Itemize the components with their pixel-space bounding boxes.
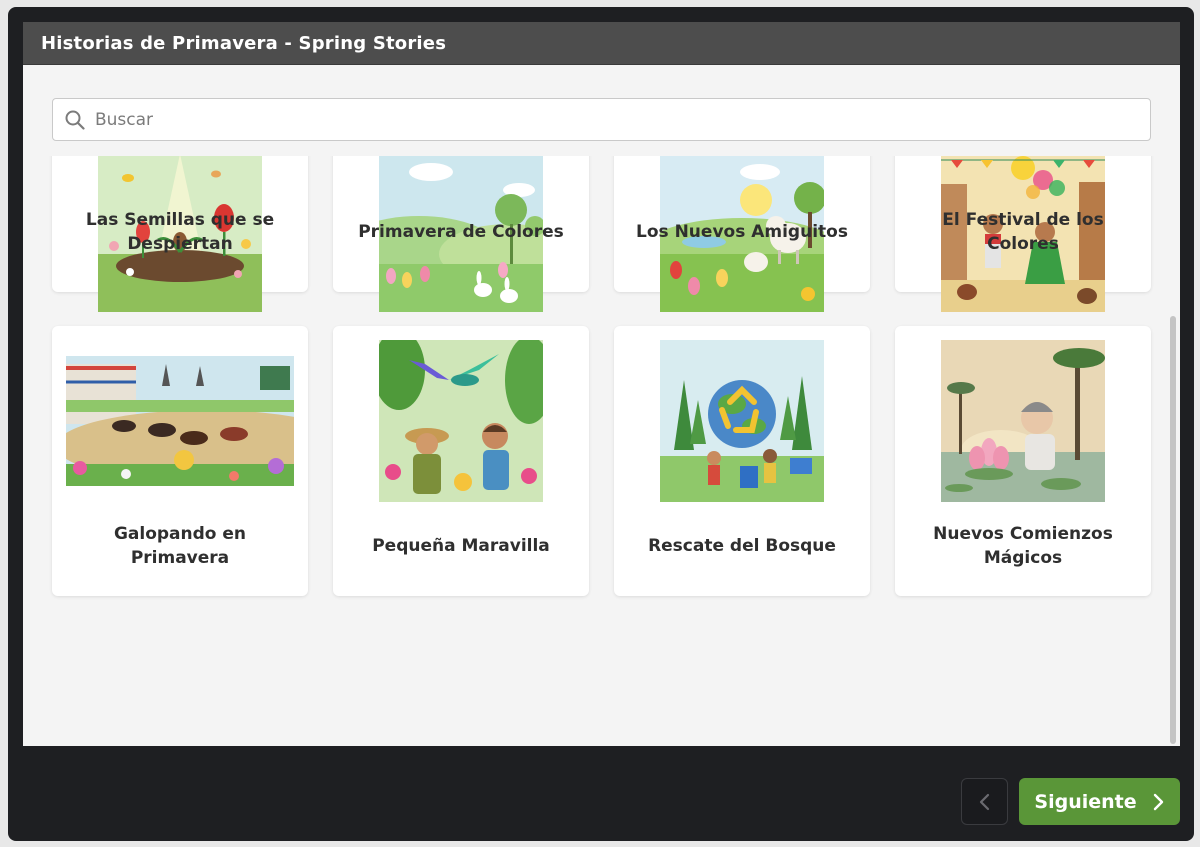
story-thumbnail xyxy=(941,340,1105,502)
story-title: Rescate del Bosque xyxy=(648,536,836,556)
next-button-label: Siguiente xyxy=(1034,790,1137,813)
story-thumbnail xyxy=(379,340,543,502)
story-card-pequena-maravilla[interactable]: Pequeña Maravilla xyxy=(333,326,589,596)
story-title: Las Semillas que se Despiertan xyxy=(85,210,275,254)
stories-panel: Historias de Primavera - Spring Stories xyxy=(23,22,1180,746)
story-title: Nuevos Comienzos Mágicos xyxy=(933,524,1113,568)
scrollbar-thumb[interactable] xyxy=(1170,316,1176,744)
story-thumbnail xyxy=(66,356,294,486)
story-title: Primavera de Colores xyxy=(358,222,564,242)
story-title: El Festival de los Colores xyxy=(942,210,1104,254)
chevron-right-icon xyxy=(1153,793,1163,810)
story-title: Pequeña Maravilla xyxy=(372,536,550,556)
story-list[interactable]: Las Semillas que se Despiertan Primavera… xyxy=(23,156,1180,746)
story-card-nuevos-amiguitos[interactable]: Los Nuevos Amiguitos xyxy=(614,156,870,312)
scrollbar[interactable] xyxy=(1170,156,1176,746)
story-card-nuevos-comienzos[interactable]: Nuevos Comienzos Mágicos xyxy=(895,326,1151,596)
search-icon xyxy=(65,110,85,130)
window-title: Historias de Primavera - Spring Stories xyxy=(41,32,447,54)
search-box[interactable] xyxy=(52,98,1151,141)
story-card-primavera-colores[interactable]: Primavera de Colores xyxy=(333,156,589,312)
next-button[interactable]: Siguiente xyxy=(1019,778,1180,825)
title-bar: Historias de Primavera - Spring Stories xyxy=(23,22,1180,65)
story-title: Los Nuevos Amiguitos xyxy=(636,222,848,242)
chevron-left-icon xyxy=(979,793,989,810)
app-frame: Historias de Primavera - Spring Stories xyxy=(8,7,1194,841)
story-card-festival-colores[interactable]: El Festival de los Colores xyxy=(895,156,1151,312)
story-thumbnail xyxy=(660,340,824,502)
story-card-semillas[interactable]: Las Semillas que se Despiertan xyxy=(52,156,308,312)
story-card-rescate-bosque[interactable]: Rescate del Bosque xyxy=(614,326,870,596)
search-input[interactable] xyxy=(95,109,1095,130)
story-title: Galopando en Primavera xyxy=(113,524,247,568)
previous-button[interactable] xyxy=(961,778,1008,825)
story-card-galopando[interactable]: Galopando en Primavera xyxy=(52,326,308,596)
